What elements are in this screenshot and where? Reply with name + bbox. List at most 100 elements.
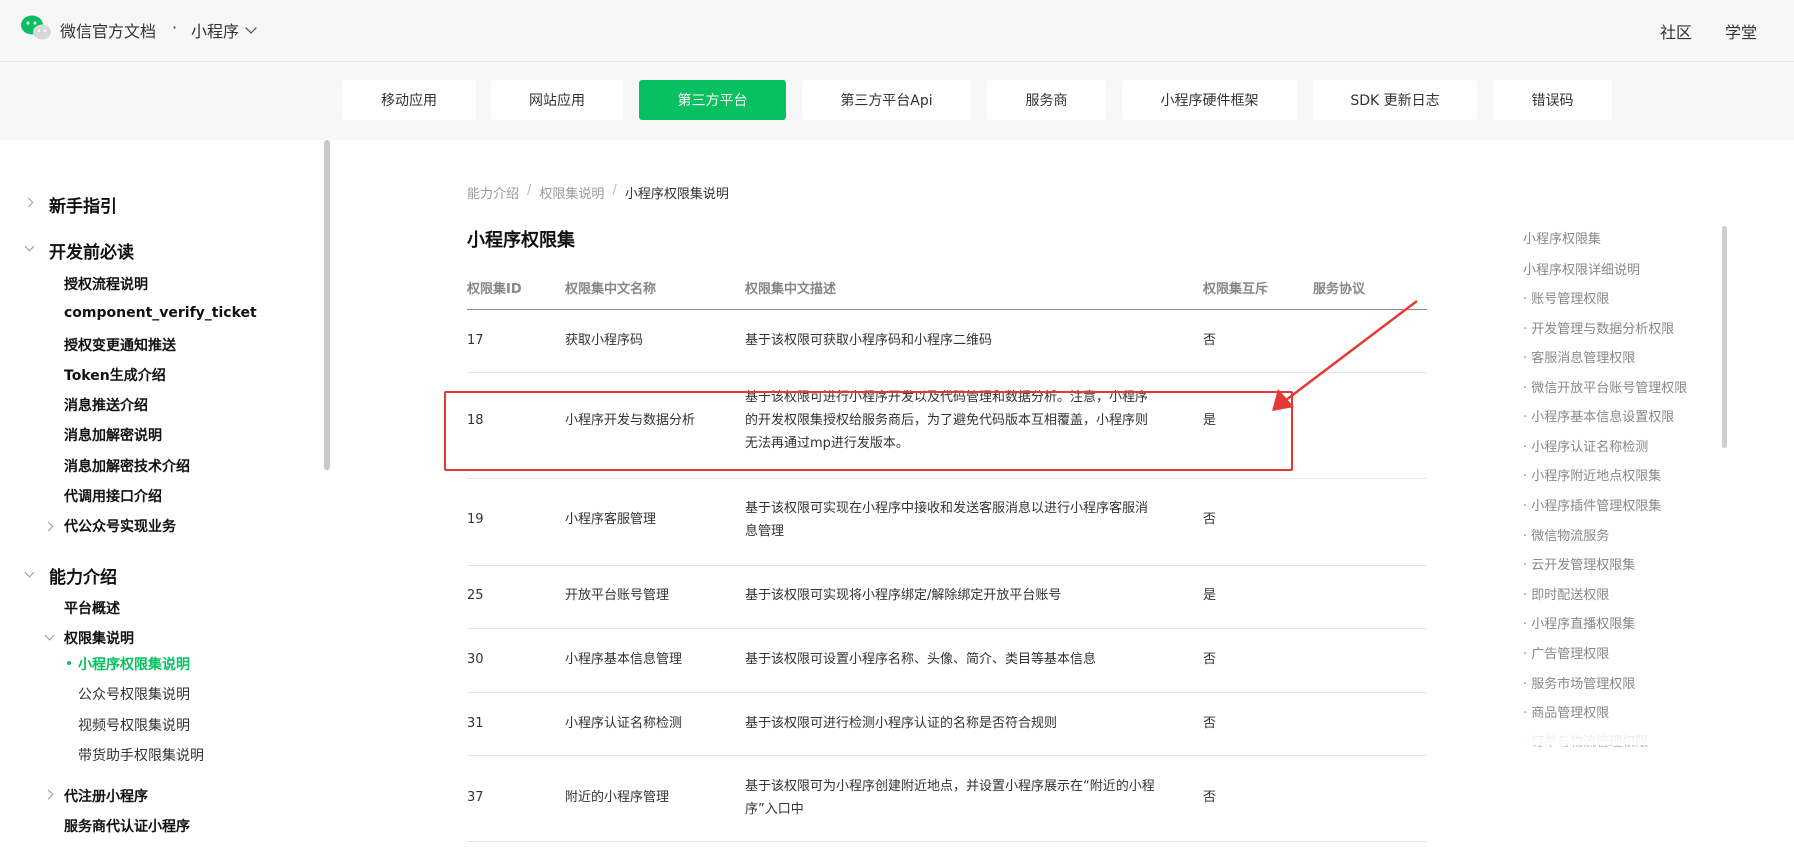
toc-item[interactable]: · 即时配送权限 [1523,584,1609,603]
cell-name: 小程序客服管理 [565,512,657,527]
toc-item[interactable]: · 微信开放平台账号管理权限 [1523,377,1687,396]
active-dot-icon [67,661,71,665]
sidebar-item-auth-flow[interactable]: 授权流程说明 [64,274,148,294]
page-title: 小程序权限集 [467,230,575,251]
sidebar-item-msg-crypto[interactable]: 消息加解密说明 [64,425,162,445]
sidebar-item-token[interactable]: Token生成介绍 [64,365,166,385]
breadcrumb-separator: / [612,183,617,198]
cell-mutex: 否 [1203,790,1217,805]
cell-desc: 基于该权限可为小程序创建附近地点，并设置小程序展示在“附近的小程序”入口中 [745,779,1155,817]
category-nav: 移动应用 网站应用 第三方平台 第三方平台Api 服务商 小程序硬件框架 SDK… [0,62,1794,140]
cell-name: 开放平台账号管理 [565,588,670,603]
academy-link[interactable]: 学堂 [1725,19,1757,43]
cell-mutex: 否 [1203,652,1217,667]
breadcrumb-permission-sets[interactable]: 权限集说明 [539,183,604,202]
table-row: 19 小程序客服管理 基于该权限可实现在小程序中接收和发送客服消息以进行小程序客… [467,479,1427,566]
nav-third-party-api[interactable]: 第三方平台Api [802,80,971,120]
cell-name: 附近的小程序管理 [565,790,670,805]
sidebar-item-platform-overview[interactable]: 平台概述 [64,598,120,618]
sidebar-scrollbar[interactable] [324,140,330,470]
cell-id: 25 [467,588,484,603]
sidebar-item-register-miniprogram[interactable]: 代注册小程序 [64,786,148,806]
wechat-logo-icon[interactable] [20,14,52,42]
sidebar-item-channels-permissions[interactable]: 视频号权限集说明 [78,715,190,735]
breadcrumb-separator: / [527,183,532,198]
col-header-mutex: 权限集互斥 [1203,282,1269,297]
annotation-highlight-box [444,391,1293,471]
cell-mutex: 否 [1203,333,1217,348]
cell-id: 17 [467,333,484,348]
nav-website-app[interactable]: 网站应用 [491,80,623,120]
toc-item[interactable]: · 小程序插件管理权限集 [1523,495,1661,514]
col-header-name: 权限集中文名称 [565,282,657,297]
table-row: 25 开放平台账号管理 基于该权限可实现将小程序绑定/解除绑定开放平台账号 是 [467,566,1427,629]
toc-item[interactable]: · 账号管理权限 [1523,288,1609,307]
toc-item[interactable]: · 小程序基本信息设置权限 [1523,406,1674,425]
sidebar-item-miniprogram-permissions[interactable]: 小程序权限集说明 [78,654,190,674]
breadcrumb: 能力介绍 / 权限集说明 / 小程序权限集说明 [467,183,729,202]
product-selector[interactable]: 小程序 [191,18,257,42]
col-header-id: 权限集ID [467,282,522,297]
table-row: 31 小程序认证名称检测 基于该权限可进行检测小程序认证的名称是否符合规则 否 [467,693,1427,756]
top-header: 微信官方文档 · 小程序 社区 学堂 [0,0,1794,62]
toc-fade-overlay [1510,715,1730,745]
sidebar-item-msg-crypto-tech[interactable]: 消息加解密技术介绍 [64,456,190,476]
sidebar-item-auth-change-push[interactable]: 授权变更通知推送 [64,335,176,355]
cell-id: 37 [467,790,484,805]
toc-item[interactable]: · 小程序附近地点权限集 [1523,465,1661,484]
cell-desc: 基于该权限可实现在小程序中接收和发送客服消息以进行小程序客服消息管理 [745,501,1149,539]
sidebar-item-capabilities[interactable]: 能力介绍 [49,563,117,588]
sidebar-item-before-dev[interactable]: 开发前必读 [49,238,134,263]
chevron-down-icon [245,22,257,34]
toc-item[interactable]: 小程序权限详细说明 [1523,259,1640,278]
toc-item[interactable]: · 开发管理与数据分析权限 [1523,318,1674,337]
nav-error-codes[interactable]: 错误码 [1493,80,1612,120]
toc-item[interactable]: · 客服消息管理权限 [1523,347,1635,366]
cell-id: 19 [467,512,484,527]
cell-name: 小程序基本信息管理 [565,652,683,667]
nav-hardware-framework[interactable]: 小程序硬件框架 [1122,80,1297,120]
cell-mutex: 是 [1203,588,1217,603]
breadcrumb-current: 小程序权限集说明 [624,187,729,202]
sidebar-item-permission-sets[interactable]: 权限集说明 [64,628,134,648]
sidebar-item-proxy-api[interactable]: 代调用接口介绍 [64,486,162,506]
sidebar-item-oa-permissions[interactable]: 公众号权限集说明 [78,684,190,704]
sidebar-item-shopping-assistant-permissions[interactable]: 带货助手权限集说明 [78,745,204,765]
cell-name: 小程序认证名称检测 [565,716,683,731]
sidebar-item-getting-started[interactable]: 新手指引 [49,192,117,217]
nav-mobile-app[interactable]: 移动应用 [342,80,476,120]
community-link[interactable]: 社区 [1660,19,1692,43]
cell-id: 30 [467,652,484,667]
toc-item[interactable]: · 小程序认证名称检测 [1523,436,1648,455]
toc-item[interactable]: · 服务市场管理权限 [1523,673,1635,692]
col-header-desc: 权限集中文描述 [745,282,837,297]
toc-item[interactable]: · 微信物流服务 [1523,525,1609,544]
toc-item[interactable]: · 云开发管理权限集 [1523,554,1635,573]
product-label: 小程序 [191,22,240,41]
annotation-arrow-icon [1272,300,1418,411]
sidebar-item-verify-miniprogram[interactable]: 服务商代认证小程序 [64,816,190,836]
cell-name: 获取小程序码 [565,333,644,348]
breadcrumb-capabilities[interactable]: 能力介绍 [467,183,519,202]
toc-item[interactable]: 小程序权限集 [1523,228,1601,247]
table-row: 30 小程序基本信息管理 基于该权限可设置小程序名称、头像、简介、类目等基本信息… [467,629,1427,693]
cell-desc: 基于该权限可进行检测小程序认证的名称是否符合规则 [745,716,1058,731]
cell-mutex: 否 [1203,512,1217,527]
toc-scrollbar[interactable] [1722,226,1727,448]
toc-item[interactable]: · 小程序直播权限集 [1523,613,1635,632]
cell-desc: 基于该权限可设置小程序名称、头像、简介、类目等基本信息 [745,652,1097,667]
sidebar-item-verify-ticket[interactable]: component_verify_ticket [64,305,257,321]
table-row: 37 附近的小程序管理 基于该权限可为小程序创建附近地点，并设置小程序展示在“附… [467,756,1427,842]
sidebar-item-msg-push[interactable]: 消息推送介绍 [64,395,148,415]
brand-separator: · [172,18,178,37]
cell-id: 31 [467,716,484,731]
nav-third-party-platform[interactable]: 第三方平台 [639,80,786,120]
brand-title[interactable]: 微信官方文档 [60,18,156,42]
cell-desc: 基于该权限可获取小程序码和小程序二维码 [745,333,993,348]
nav-sdk-changelog[interactable]: SDK 更新日志 [1313,80,1477,120]
nav-service-provider[interactable]: 服务商 [987,80,1106,120]
cell-mutex: 否 [1203,716,1217,731]
toc-item[interactable]: · 广告管理权限 [1523,643,1609,662]
sidebar-item-official-account-biz[interactable]: 代公众号实现业务 [64,516,176,536]
cell-desc: 基于该权限可实现将小程序绑定/解除绑定开放平台账号 [745,588,1062,603]
